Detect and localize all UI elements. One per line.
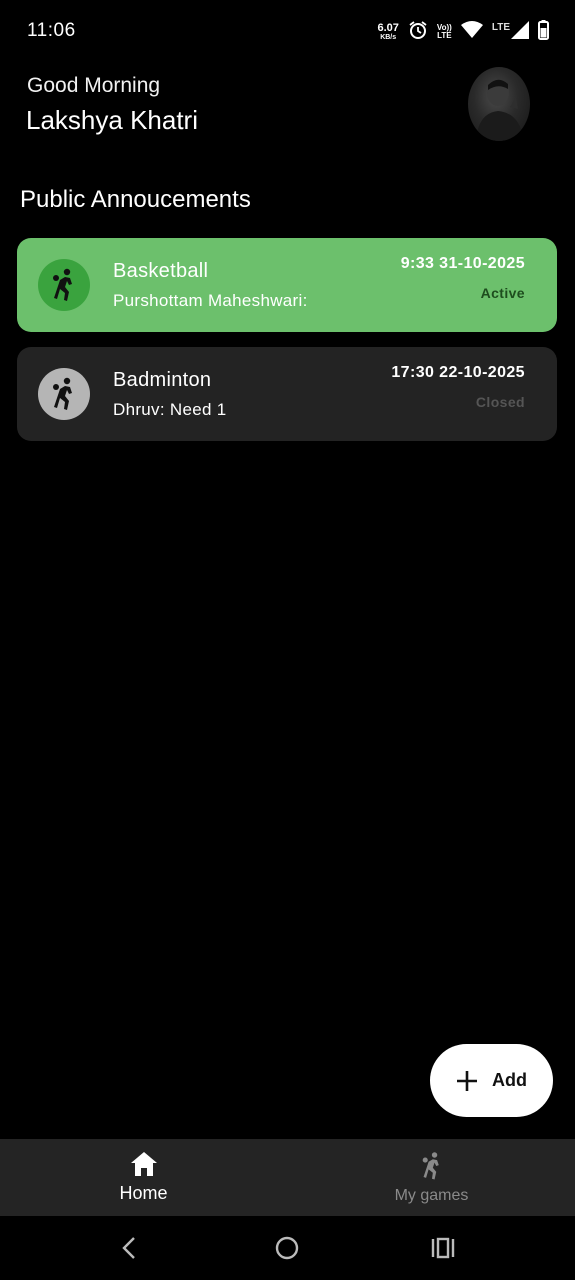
system-nav-bar [0, 1216, 575, 1280]
card-title: Badminton [113, 369, 212, 391]
volte-bottom: LTE [437, 31, 452, 40]
signal-icon [511, 20, 529, 44]
recents-icon [431, 1237, 455, 1259]
bottom-nav: Home My games [0, 1139, 575, 1216]
card-message: Purshottam Maheshwari: [113, 291, 308, 310]
profile-photo [476, 79, 524, 141]
recents-button[interactable] [427, 1232, 459, 1264]
player-icon [53, 377, 72, 410]
add-button-label: Add [492, 1070, 527, 1090]
system-home-button[interactable] [271, 1232, 303, 1264]
wifi-icon [460, 20, 483, 44]
status-bar: 11:06 6.07 KB/s Vo)) LTE LTE [0, 0, 575, 64]
greeting-text: Good Morning [27, 74, 161, 97]
add-button[interactable]: Add [430, 1044, 553, 1117]
nav-label-home: Home [119, 1183, 168, 1203]
status-badge: Active [480, 285, 525, 301]
battery-icon [538, 19, 549, 45]
card-title: Basketball [113, 260, 209, 282]
nav-label-my-games: My games [394, 1187, 469, 1204]
plus-icon [457, 1070, 477, 1091]
network-speed-unit: KB/s [380, 34, 397, 41]
player-icon [53, 268, 72, 301]
user-name: Lakshya Khatri [26, 105, 198, 135]
home-icon [130, 1152, 157, 1176]
player-icon [422, 1152, 439, 1180]
alarm-icon [408, 20, 428, 45]
nav-item-home[interactable]: Home [0, 1139, 287, 1216]
nav-item-my-games[interactable]: My games [288, 1139, 575, 1216]
volte-indicator: Vo)) LTE [437, 24, 452, 40]
card-message: Dhruv: Need 1 [113, 400, 227, 419]
status-time: 11:06 [27, 20, 76, 41]
status-badge: Closed [475, 394, 525, 410]
status-icons: 6.07 KB/s Vo)) LTE LTE [377, 19, 549, 45]
card-datetime: 17:30 22-10-2025 [391, 364, 525, 381]
section-title: Public Annoucements [20, 186, 251, 213]
avatar[interactable] [468, 67, 530, 141]
back-button[interactable] [114, 1232, 146, 1264]
back-icon [122, 1237, 135, 1259]
announcement-card[interactable]: Badminton Dhruv: Need 1 17:30 22-10-2025… [17, 347, 557, 441]
announcement-card[interactable]: Basketball Purshottam Maheshwari: 9:33 3… [17, 238, 557, 332]
card-icon-container [38, 368, 90, 420]
network-speed-indicator: 6.07 KB/s [377, 22, 399, 42]
card-datetime: 9:33 31-10-2025 [400, 255, 525, 272]
network-speed-value: 6.07 [377, 22, 399, 34]
card-icon-container [38, 259, 90, 311]
home-circle-icon [275, 1236, 299, 1260]
lte-label: LTE [491, 21, 510, 33]
